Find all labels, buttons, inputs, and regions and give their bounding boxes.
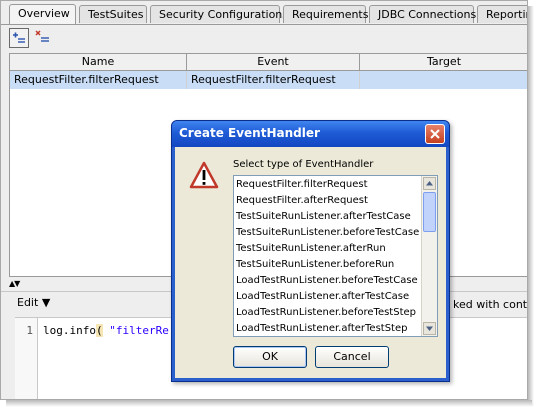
cancel-button[interactable]: Cancel — [315, 346, 389, 368]
edit-menu-button[interactable]: Edit ▼ — [17, 296, 50, 309]
ok-button-label: OK — [262, 350, 278, 363]
add-event-handler-button[interactable] — [9, 28, 29, 48]
cancel-button-label: Cancel — [333, 350, 371, 363]
split-pane-toggle[interactable]: ▲▼ — [9, 279, 29, 289]
code-string: "filterRe — [102, 324, 169, 337]
list-item[interactable]: LoadTestRunListener.beforeTestCase — [236, 273, 418, 289]
column-name-label: Name — [81, 55, 115, 68]
column-target-label: Target — [426, 55, 462, 68]
tab-overview-label: Overview — [18, 7, 70, 20]
dialog-title-bar[interactable]: Create EventHandler — [172, 121, 449, 147]
tab-overview[interactable]: Overview — [9, 4, 76, 24]
chevron-down-icon — [426, 326, 433, 331]
code-line: log.info( "filterRe — [43, 324, 169, 337]
add-event-handler-icon — [13, 32, 25, 43]
scroll-down-button[interactable] — [423, 322, 436, 335]
tab-testsuites-label: TestSuites — [88, 8, 144, 21]
list-item[interactable]: TestSuiteRunListener.afterRun — [236, 241, 386, 257]
tab-testsuites[interactable]: TestSuites — [79, 5, 147, 23]
editor-hint-text: ked with conte — [453, 298, 528, 311]
tab-security-configurations[interactable]: Security Configurations — [150, 5, 288, 23]
list-item[interactable]: RequestFilter.afterRequest — [236, 193, 368, 209]
table-cell-name: RequestFilter.filterRequest — [10, 71, 187, 89]
list-item[interactable]: LoadTestRunListener.afterTestStep — [236, 321, 407, 336]
table-row[interactable]: RequestFilter.filterRequest RequestFilte… — [10, 71, 527, 89]
tab-jdbc-connections[interactable]: JDBC Connections — [369, 5, 477, 23]
panel-shadow-right — [528, 6, 534, 406]
list-item[interactable]: TestSuiteRunListener.beforeRun — [236, 257, 394, 273]
column-header-name[interactable]: Name — [10, 54, 187, 70]
eventhandler-type-list[interactable]: RequestFilter.filterRequest RequestFilte… — [233, 175, 438, 337]
list-item[interactable]: LoadTestRunListener.afterTestCase — [236, 289, 409, 305]
dialog-close-button[interactable] — [425, 124, 445, 144]
list-item[interactable]: LoadTestRunListener.beforeTestStep — [236, 305, 416, 321]
chevron-down-icon: ▼ — [41, 296, 51, 309]
close-icon — [430, 129, 440, 139]
panel-shadow-bottom — [6, 400, 532, 407]
chevron-up-icon — [426, 181, 433, 186]
list-item[interactable]: TestSuiteRunListener.beforeTestCase — [236, 225, 419, 241]
tab-bar: Overview TestSuites Security Configurati… — [1, 3, 528, 25]
column-header-event[interactable]: Event — [187, 54, 360, 70]
tab-divider — [1, 24, 527, 25]
code-text: log.info — [43, 324, 96, 337]
line-number-gutter: 1 — [15, 318, 38, 399]
scroll-up-button[interactable] — [423, 177, 436, 190]
remove-event-handler-icon — [35, 30, 49, 42]
column-header-target[interactable]: Target — [360, 54, 527, 70]
create-eventhandler-dialog: Create EventHandler Select type of Event… — [171, 120, 450, 382]
tab-jdbc-label: JDBC Connections — [378, 8, 477, 21]
tab-requirements[interactable]: Requirements — [283, 5, 369, 23]
code-bracket: ( — [95, 324, 103, 337]
tab-reporting[interactable]: Reportin — [477, 5, 528, 23]
scrollbar-thumb[interactable] — [423, 192, 436, 232]
tab-security-label: Security Configurations — [159, 8, 288, 21]
table-cell-event: RequestFilter.filterRequest — [187, 71, 360, 89]
edit-menu-label: Edit — [17, 296, 39, 309]
remove-event-handler-button[interactable] — [33, 28, 53, 48]
tab-reporting-label: Reportin — [486, 8, 528, 21]
tab-requirements-label: Requirements — [292, 8, 369, 21]
table-header: Name Event Target — [10, 54, 527, 71]
list-item[interactable]: RequestFilter.filterRequest — [236, 177, 368, 193]
dialog-prompt: Select type of EventHandler — [233, 159, 374, 170]
list-scrollbar[interactable] — [421, 176, 437, 336]
dialog-title: Create EventHandler — [179, 126, 320, 140]
ok-button[interactable]: OK — [233, 346, 307, 368]
column-event-label: Event — [257, 55, 289, 68]
line-number: 1 — [26, 324, 33, 337]
warning-icon — [189, 161, 219, 189]
dialog-body: Select type of EventHandler RequestFilte… — [175, 147, 446, 378]
table-cell-target — [360, 71, 527, 89]
list-item[interactable]: TestSuiteRunListener.afterTestCase — [236, 209, 411, 225]
